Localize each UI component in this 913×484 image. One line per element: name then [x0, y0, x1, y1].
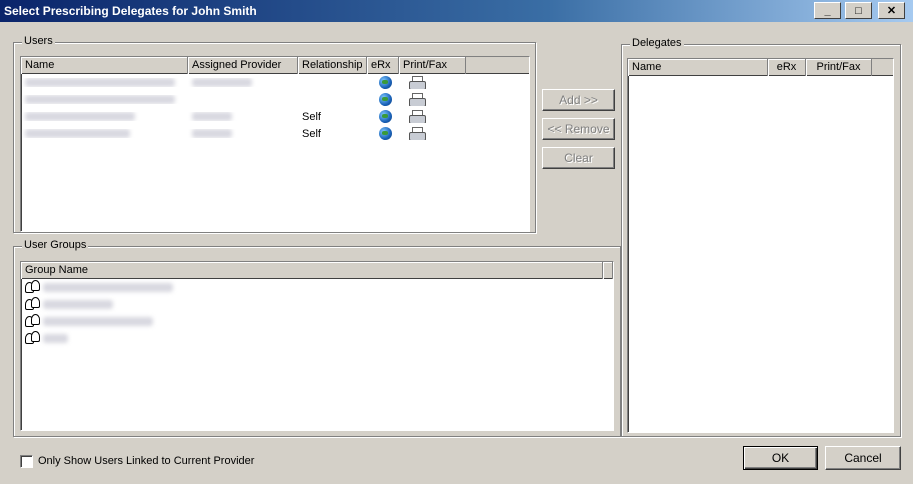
- column-header-delegate-print-fax[interactable]: Print/Fax: [806, 59, 872, 76]
- globe-icon: [379, 93, 392, 106]
- table-row[interactable]: Self: [21, 108, 529, 125]
- users-group-label: Users: [22, 35, 55, 47]
- column-header-delegate-name[interactable]: Name: [628, 59, 768, 76]
- list-item[interactable]: [21, 296, 613, 313]
- printer-icon: [409, 127, 426, 140]
- column-header-relationship[interactable]: Relationship: [298, 57, 367, 74]
- delegates-list[interactable]: Name eRx Print/Fax: [627, 58, 894, 433]
- redacted-group-name: [43, 283, 173, 292]
- remove-button[interactable]: << Remove: [542, 118, 615, 140]
- column-header-spacer: [603, 262, 613, 279]
- table-row[interactable]: [21, 91, 529, 108]
- minimize-button[interactable]: _: [814, 2, 841, 19]
- close-button[interactable]: ✕: [878, 2, 905, 19]
- relationship-cell: Self: [302, 127, 321, 140]
- redacted-provider: [192, 112, 232, 121]
- delegates-label: Delegates: [630, 37, 684, 49]
- list-item[interactable]: [21, 279, 613, 296]
- user-group-icon: [25, 280, 42, 295]
- user-groups-header: Group Name: [21, 262, 613, 279]
- table-row[interactable]: Self: [21, 125, 529, 142]
- delegates-header: Name eRx Print/Fax: [628, 59, 893, 76]
- redacted-group-name: [43, 334, 68, 343]
- window-title: Select Prescribing Delegates for John Sm…: [4, 4, 257, 18]
- linked-users-checkbox[interactable]: [20, 455, 33, 468]
- redacted-group-name: [43, 317, 153, 326]
- printer-icon: [409, 76, 426, 89]
- relationship-cell: Self: [302, 110, 321, 123]
- redacted-name: [25, 112, 135, 121]
- column-header-name[interactable]: Name: [21, 57, 188, 74]
- ok-button[interactable]: OK: [743, 446, 818, 470]
- maximize-button[interactable]: □: [845, 2, 872, 19]
- redacted-name: [25, 129, 130, 138]
- cancel-button[interactable]: Cancel: [825, 446, 901, 470]
- window-titlebar: Select Prescribing Delegates for John Sm…: [0, 0, 913, 22]
- user-group-icon: [25, 331, 42, 346]
- column-header-delegate-erx[interactable]: eRx: [768, 59, 806, 76]
- close-icon: ✕: [886, 5, 897, 17]
- maximize-icon: □: [855, 4, 862, 17]
- redacted-group-name: [43, 300, 113, 309]
- redacted-name: [25, 95, 175, 104]
- users-list[interactable]: Name Assigned Provider Relationship eRx …: [20, 56, 530, 232]
- list-item[interactable]: [21, 330, 613, 347]
- column-header-assigned-provider[interactable]: Assigned Provider: [188, 57, 298, 74]
- globe-icon: [379, 127, 392, 140]
- minimize-icon: _: [824, 4, 831, 17]
- printer-icon: [409, 93, 426, 106]
- globe-icon: [379, 110, 392, 123]
- list-item[interactable]: [21, 313, 613, 330]
- linked-users-checkbox-label[interactable]: Only Show Users Linked to Current Provid…: [38, 455, 254, 467]
- users-list-header: Name Assigned Provider Relationship eRx …: [21, 57, 529, 74]
- user-group-icon: [25, 297, 42, 312]
- add-button[interactable]: Add >>: [542, 89, 615, 111]
- clear-button[interactable]: Clear: [542, 147, 615, 169]
- column-header-print-fax[interactable]: Print/Fax: [399, 57, 466, 74]
- user-groups-list[interactable]: Group Name: [20, 261, 614, 431]
- redacted-provider: [192, 129, 232, 138]
- redacted-name: [25, 78, 175, 87]
- globe-icon: [379, 76, 392, 89]
- table-row[interactable]: [21, 74, 529, 91]
- user-group-icon: [25, 314, 42, 329]
- column-header-erx[interactable]: eRx: [367, 57, 399, 74]
- printer-icon: [409, 110, 426, 123]
- column-header-group-name[interactable]: Group Name: [21, 262, 603, 279]
- user-groups-label: User Groups: [22, 239, 89, 251]
- redacted-provider: [192, 78, 252, 87]
